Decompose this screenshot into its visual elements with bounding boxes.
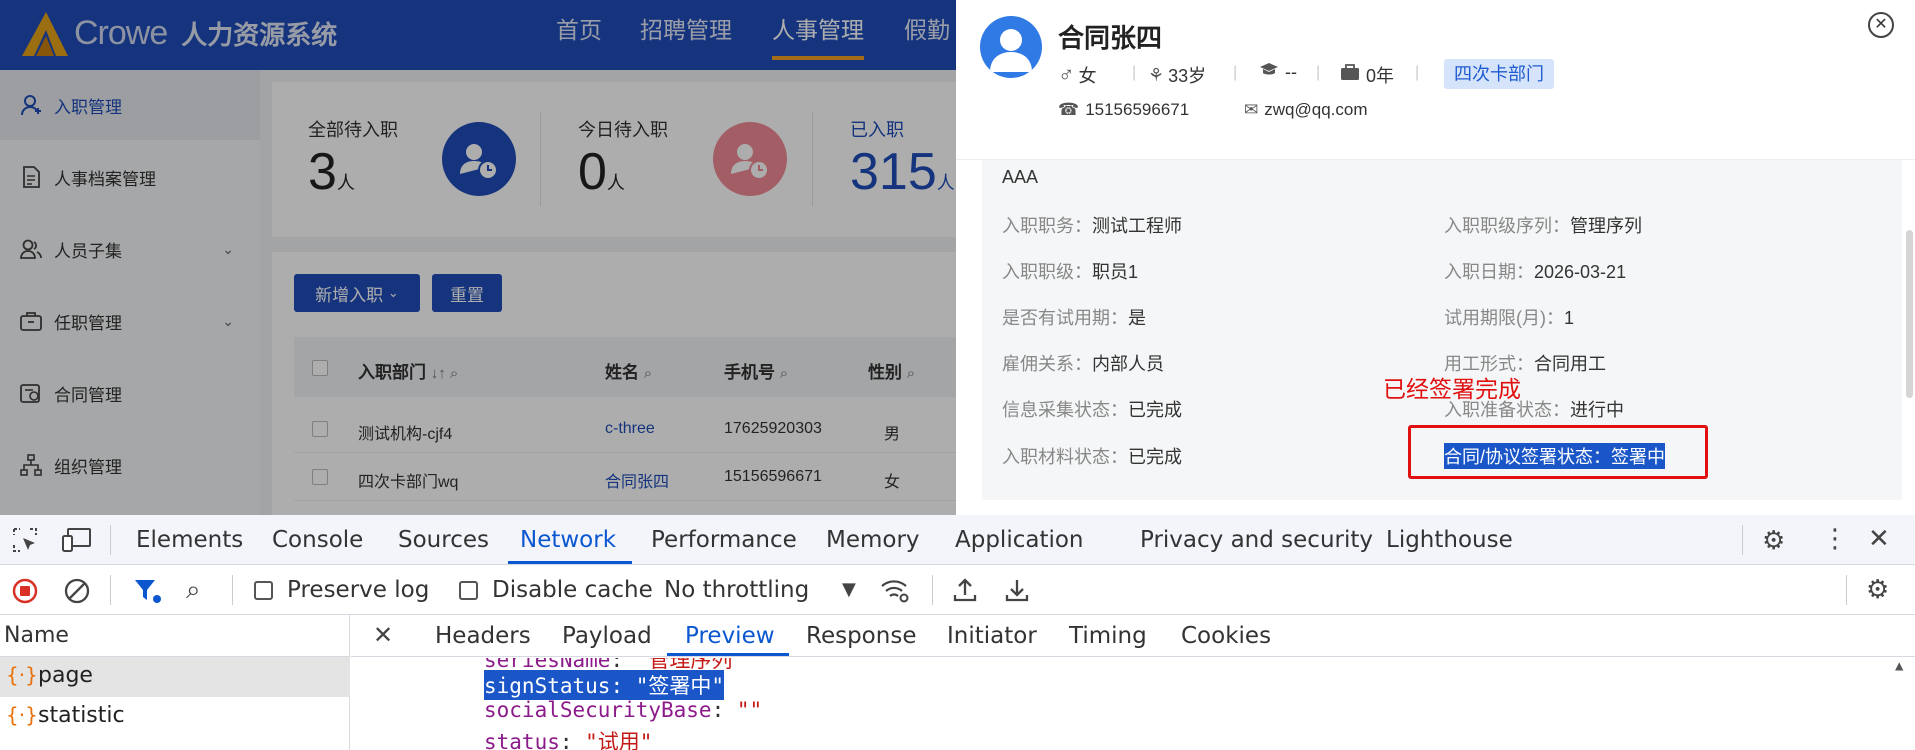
- drawer-header: 合同张四: [956, 0, 1915, 160]
- filter-icon[interactable]: [134, 578, 162, 608]
- field-materials-status: 入职材料状态：已完成: [1002, 447, 1182, 467]
- employee-name: 合同张四: [1058, 23, 1163, 53]
- devtools-tab-bar: Elements Console Sources Network Perform…: [0, 515, 1915, 565]
- preserve-log-checkbox[interactable]: [254, 581, 273, 600]
- phone-icon: ☎: [1058, 100, 1080, 119]
- request-row-page[interactable]: {·} page: [0, 657, 350, 697]
- divider: [110, 525, 111, 555]
- tab-preview[interactable]: Preview: [685, 623, 775, 649]
- field-has-probation: 是否有试用期：是: [1002, 308, 1146, 328]
- export-har-icon[interactable]: [1004, 577, 1030, 607]
- divider: |: [1415, 64, 1420, 81]
- dropdown-arrow-icon[interactable]: ▼: [842, 579, 856, 600]
- tab-initiator[interactable]: Initiator: [947, 623, 1037, 649]
- tab-payload[interactable]: Payload: [562, 623, 652, 649]
- import-har-icon[interactable]: [952, 577, 978, 607]
- device-toolbar-icon[interactable]: [62, 527, 92, 557]
- email-meta: ✉ zwq@qq.com: [1244, 100, 1368, 119]
- tab-application[interactable]: Application: [955, 527, 1084, 553]
- more-options-icon[interactable]: ⋮: [1822, 524, 1848, 554]
- network-toolbar: ⌕ Preserve log Disable cache No throttli…: [0, 565, 1915, 615]
- age-meta: ⚘ 33岁: [1148, 64, 1207, 87]
- field-info-collection-status: 信息采集状态：已完成: [1002, 400, 1182, 420]
- tab-performance[interactable]: Performance: [651, 527, 797, 553]
- tab-response[interactable]: Response: [806, 623, 916, 649]
- department-badge: 四次卡部门: [1444, 59, 1554, 89]
- education-meta: --: [1259, 62, 1297, 83]
- tab-sources[interactable]: Sources: [398, 527, 489, 553]
- divider: |: [1132, 64, 1137, 81]
- phone-meta: ☎ 15156596671: [1058, 100, 1190, 119]
- tab-console[interactable]: Console: [272, 527, 363, 553]
- years-meta: 0年: [1340, 62, 1394, 88]
- tab-cookies[interactable]: Cookies: [1181, 623, 1271, 649]
- field-position: 入职职务：测试工程师: [1002, 216, 1182, 236]
- divider: [232, 575, 233, 605]
- xhr-braces-icon: {·}: [6, 663, 38, 687]
- sprout-icon: ⚘: [1148, 64, 1165, 85]
- network-conditions-icon[interactable]: [880, 577, 910, 607]
- divider: [110, 575, 111, 605]
- clear-icon[interactable]: [64, 578, 90, 608]
- preserve-log-label: Preserve log: [287, 577, 430, 603]
- divider: |: [1233, 64, 1238, 81]
- inspect-element-icon[interactable]: [12, 527, 38, 557]
- xhr-braces-icon: {·}: [6, 703, 38, 727]
- request-list: Name {·} page {·} statistic: [0, 615, 350, 750]
- graduation-cap-icon: [1259, 62, 1279, 83]
- disable-cache-label: Disable cache: [492, 577, 653, 603]
- column-header-name[interactable]: Name: [0, 615, 350, 657]
- tab-lighthouse[interactable]: Lighthouse: [1386, 527, 1513, 553]
- divider: |: [1316, 64, 1321, 81]
- request-row-statistic[interactable]: {·} statistic: [0, 697, 350, 737]
- preview-json-tree: seriesName: "管理序列" signStatus: "签署中" soc…: [351, 658, 1915, 750]
- divider: [1742, 525, 1743, 555]
- modal-mask[interactable]: [0, 0, 960, 515]
- partial-text: AAA: [1002, 167, 1039, 187]
- active-tab-underline: [667, 653, 789, 656]
- close-icon[interactable]: ✕: [1868, 12, 1894, 38]
- annotation-red-box: [1408, 425, 1708, 479]
- hr-app: Crowe 人力资源系统 首页 招聘管理 人事管理 假勤 入职管理 人事档案管理…: [0, 0, 960, 515]
- field-probation-months: 试用期限(月)：1: [1444, 308, 1575, 328]
- field-employment-relation: 雇佣关系：内部人员: [1002, 354, 1164, 374]
- throttling-select[interactable]: No throttling: [664, 577, 809, 603]
- mail-icon: ✉: [1244, 100, 1259, 119]
- tab-network[interactable]: Network: [520, 527, 616, 553]
- devtools-panel: Elements Console Sources Network Perform…: [0, 515, 1915, 750]
- json-line-selected: signStatus: "签署中": [484, 670, 725, 700]
- annotation-text: 已经签署完成: [1383, 376, 1521, 402]
- tab-headers[interactable]: Headers: [435, 623, 531, 649]
- settings-gear-icon[interactable]: ⚙: [1762, 526, 1785, 556]
- json-line: socialSecurityBase: "": [484, 698, 763, 722]
- field-onboard-date: 入职日期：2026-03-21: [1444, 262, 1627, 282]
- tab-privacy-security[interactable]: Privacy and security: [1140, 527, 1373, 553]
- scroll-up-arrow-icon[interactable]: ▲: [1895, 658, 1903, 674]
- divider: [932, 575, 933, 605]
- divider: [1846, 575, 1847, 605]
- tab-timing[interactable]: Timing: [1069, 623, 1147, 649]
- tab-elements[interactable]: Elements: [136, 527, 243, 553]
- disable-cache-checkbox[interactable]: [459, 581, 478, 600]
- request-detail-tabs: ✕ Headers Payload Preview Response Initi…: [351, 615, 1915, 657]
- json-line: status: "试用": [484, 730, 653, 750]
- male-symbol-icon: ♂: [1058, 62, 1075, 87]
- gender-meta: ♂ 女: [1058, 62, 1097, 87]
- search-icon[interactable]: ⌕: [186, 575, 201, 606]
- field-grade: 入职职级：职员1: [1002, 262, 1139, 282]
- tab-memory[interactable]: Memory: [826, 527, 920, 553]
- field-grade-series: 入职职级序列：管理序列: [1444, 216, 1642, 236]
- network-settings-gear-icon[interactable]: ⚙: [1866, 575, 1889, 605]
- close-detail-icon[interactable]: ✕: [373, 621, 393, 649]
- drawer-scrollbar[interactable]: [1906, 230, 1913, 398]
- close-devtools-icon[interactable]: ✕: [1868, 524, 1890, 554]
- active-tab-underline: [508, 561, 632, 564]
- avatar: [980, 16, 1042, 78]
- briefcase-icon: [1340, 64, 1360, 86]
- stop-recording-icon[interactable]: [12, 578, 38, 608]
